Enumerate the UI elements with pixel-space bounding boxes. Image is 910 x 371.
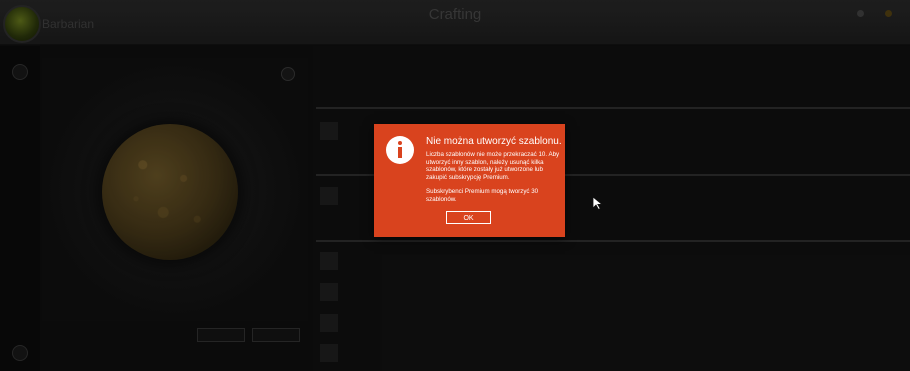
info-icon [386,136,414,164]
dialog-message-paragraph: Subskrybenci Premium mogą tworzyć 30 sza… [426,188,539,203]
dialog-message-paragraph: Liczba szablonów nie może przekraczać 10… [426,151,560,181]
crafting-screen: Barbarian Crafting Nie można utworzyć sz… [0,0,910,371]
dialog-title: Nie można utworzyć szablonu. [426,136,562,147]
dialog-message: Liczba szablonów nie może przekraczać 10… [426,151,560,204]
mouse-cursor-icon [592,196,604,210]
ok-button[interactable]: OK [446,211,491,224]
error-dialog: Nie można utworzyć szablonu. Liczba szab… [374,124,565,237]
